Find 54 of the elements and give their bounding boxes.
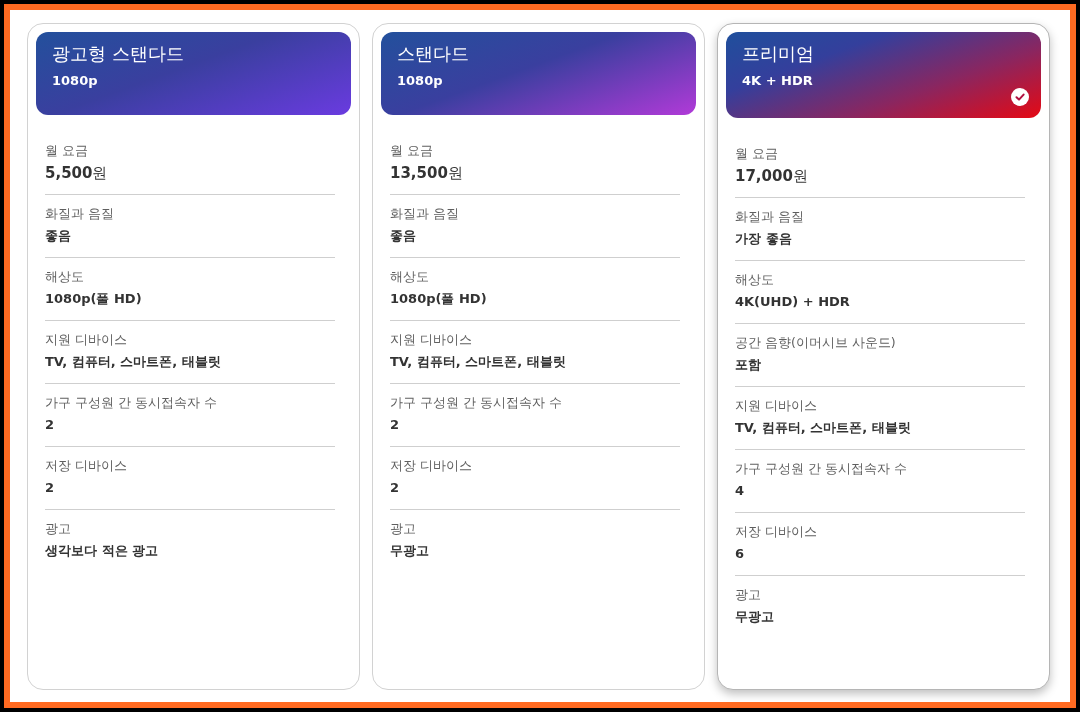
feature-value: 1080p(풀 HD) (390, 290, 487, 308)
feature-label: 월 요금 (390, 142, 433, 160)
feature-value: 생각보다 적은 광고 (45, 542, 159, 560)
price-value: 13,500원 (390, 163, 463, 183)
feature-value: 가장 좋음 (735, 230, 792, 248)
feature-value: TV, 컴퓨터, 스마트폰, 태블릿 (45, 353, 221, 371)
feature-label: 화질과 음질 (45, 205, 114, 223)
feature-label: 가구 구성원 간 동시접속자 수 (45, 394, 217, 412)
plan-card[interactable]: 광고형 스탠다드 1080p 월 요금 5,500원 화질과 음질 좋음 해상도 1080p(풀 HD) 지원 디바이스 TV, 컴퓨터, 스마트폰, 태블릿 가구 구성원 간 동시접속자 수 2 저장 디바이스 2 광고 생각보다 적은 광고 (27, 23, 360, 690)
feature-value: 2 (45, 416, 55, 434)
feature-label: 가구 구성원 간 동시접속자 수 (735, 460, 907, 478)
feature-value: 무광고 (390, 542, 429, 560)
feature-label: 월 요금 (735, 145, 778, 163)
feature-value: 4K(UHD) + HDR (735, 293, 850, 311)
feature-value: 포함 (735, 356, 761, 374)
feature-label: 지원 디바이스 (735, 397, 817, 415)
feature-value: 2 (390, 479, 400, 497)
plan-resolution: 4K + HDR (742, 72, 813, 90)
check-circle-icon (1011, 88, 1029, 106)
plan-card[interactable]: 프리미엄 4K + HDR 월 요금 17,000원 화질과 음질 가장 좋음 해상도 4K(UHD) + HDR 공간 음향(이머시브 사운드) 포함 지원 디바이스 TV, 컴퓨터, 스마트폰, 태블릿 가구 구성원 간 동시접속자 수 4 저장 디바이스 6 광고 무광고 (717, 23, 1050, 690)
feature-label: 광고 (735, 586, 761, 604)
feature-label: 지원 디바이스 (45, 331, 127, 349)
feature-label: 가구 구성원 간 동시접속자 수 (390, 394, 562, 412)
feature-value: TV, 컴퓨터, 스마트폰, 태블릿 (735, 419, 911, 437)
feature-value: TV, 컴퓨터, 스마트폰, 태블릿 (390, 353, 566, 371)
feature-label: 저장 디바이스 (45, 457, 127, 475)
feature-value: 1080p(풀 HD) (45, 290, 142, 308)
price-value: 5,500원 (45, 163, 108, 183)
feature-label: 해상도 (735, 271, 774, 289)
feature-label: 해상도 (390, 268, 429, 286)
plan-resolution: 1080p (397, 72, 443, 90)
feature-value: 무광고 (735, 608, 774, 626)
feature-value: 6 (735, 545, 745, 563)
plan-name: 프리미엄 (742, 42, 814, 66)
price-value: 17,000원 (735, 166, 808, 186)
plan-card[interactable]: 스탠다드 1080p 월 요금 13,500원 화질과 음질 좋음 해상도 1080p(풀 HD) 지원 디바이스 TV, 컴퓨터, 스마트폰, 태블릿 가구 구성원 간 동시접속자 수 2 저장 디바이스 2 광고 무광고 (372, 23, 705, 690)
plan-name: 스탠다드 (397, 42, 469, 66)
feature-label: 광고 (45, 520, 71, 538)
feature-label: 화질과 음질 (390, 205, 459, 223)
feature-value: 2 (45, 479, 55, 497)
feature-value: 좋음 (45, 227, 71, 245)
feature-label: 지원 디바이스 (390, 331, 472, 349)
feature-label: 화질과 음질 (735, 208, 804, 226)
feature-value: 좋음 (390, 227, 416, 245)
feature-label: 공간 음향(이머시브 사운드) (735, 334, 896, 352)
plan-name: 광고형 스탠다드 (52, 42, 184, 66)
feature-label: 광고 (390, 520, 416, 538)
feature-value: 2 (390, 416, 400, 434)
plan-resolution: 1080p (52, 72, 98, 90)
feature-label: 저장 디바이스 (735, 523, 817, 541)
feature-label: 저장 디바이스 (390, 457, 472, 475)
feature-label: 월 요금 (45, 142, 88, 160)
feature-label: 해상도 (45, 268, 84, 286)
feature-value: 4 (735, 482, 745, 500)
